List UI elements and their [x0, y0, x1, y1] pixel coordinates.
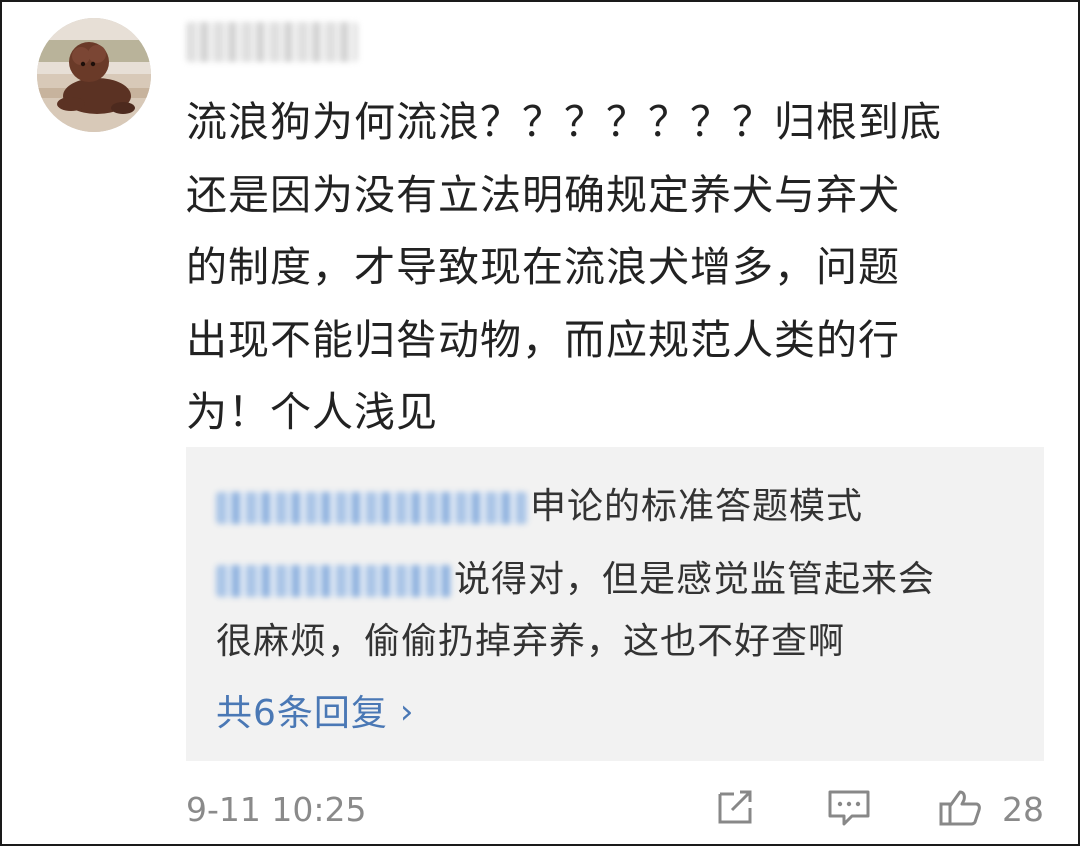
like-button[interactable] [938, 788, 984, 828]
reply-item[interactable]: 说得对，但是感觉监管起来会 [216, 550, 935, 602]
dog-photo-avatar [37, 18, 151, 132]
reply-author-blurred[interactable] [216, 565, 452, 597]
comment-button[interactable] [826, 788, 872, 828]
more-replies-label: 共6条回复 [216, 693, 388, 734]
comment-line: 还是因为没有立法明确规定养犬与弃犬 [186, 170, 900, 219]
comment-line: 的制度，才导致现在流浪犬增多，问题 [186, 243, 900, 291]
user-avatar[interactable] [37, 18, 151, 132]
comment-line: 为！个人浅见 [186, 388, 438, 436]
comment-line: 出现不能归咎动物，而应规范人类的行 [186, 315, 900, 364]
share-button[interactable] [712, 788, 758, 828]
comment-body: 流浪狗为何流浪？？？？？？？归根到底 还是因为没有立法明确规定养犬与弃犬 的制度… [186, 86, 1026, 449]
reply-item[interactable]: 申论的标准答题模式 [216, 477, 863, 529]
thumbs-up-icon [939, 790, 981, 826]
reply-item-continued: 很麻烦，偷偷扔掉弃养，这也不好查啊 [216, 612, 845, 664]
username-blurred[interactable] [186, 22, 358, 62]
like-count: 28 [1002, 790, 1044, 829]
share-icon [718, 790, 752, 824]
reply-text: 申论的标准答题模式 [530, 486, 864, 527]
comment-timestamp: 9-11 10:25 [186, 790, 367, 829]
comment-line: 流浪狗为何流浪？？？？？？？归根到底 [186, 98, 942, 146]
comment-icon [828, 790, 870, 826]
reply-text: 说得对，但是感觉监管起来会 [454, 559, 936, 600]
reply-text: 很麻烦，偷偷扔掉弃养，这也不好查啊 [216, 621, 846, 662]
reply-author-blurred[interactable] [216, 492, 528, 524]
chevron-right-icon: › [399, 692, 415, 732]
reply-preview-box[interactable]: 申论的标准答题模式 说得对，但是感觉监管起来会 很麻烦，偷偷扔掉弃养，这也不好查… [186, 447, 1044, 761]
view-all-replies-link[interactable]: 共6条回复 › [216, 684, 415, 736]
